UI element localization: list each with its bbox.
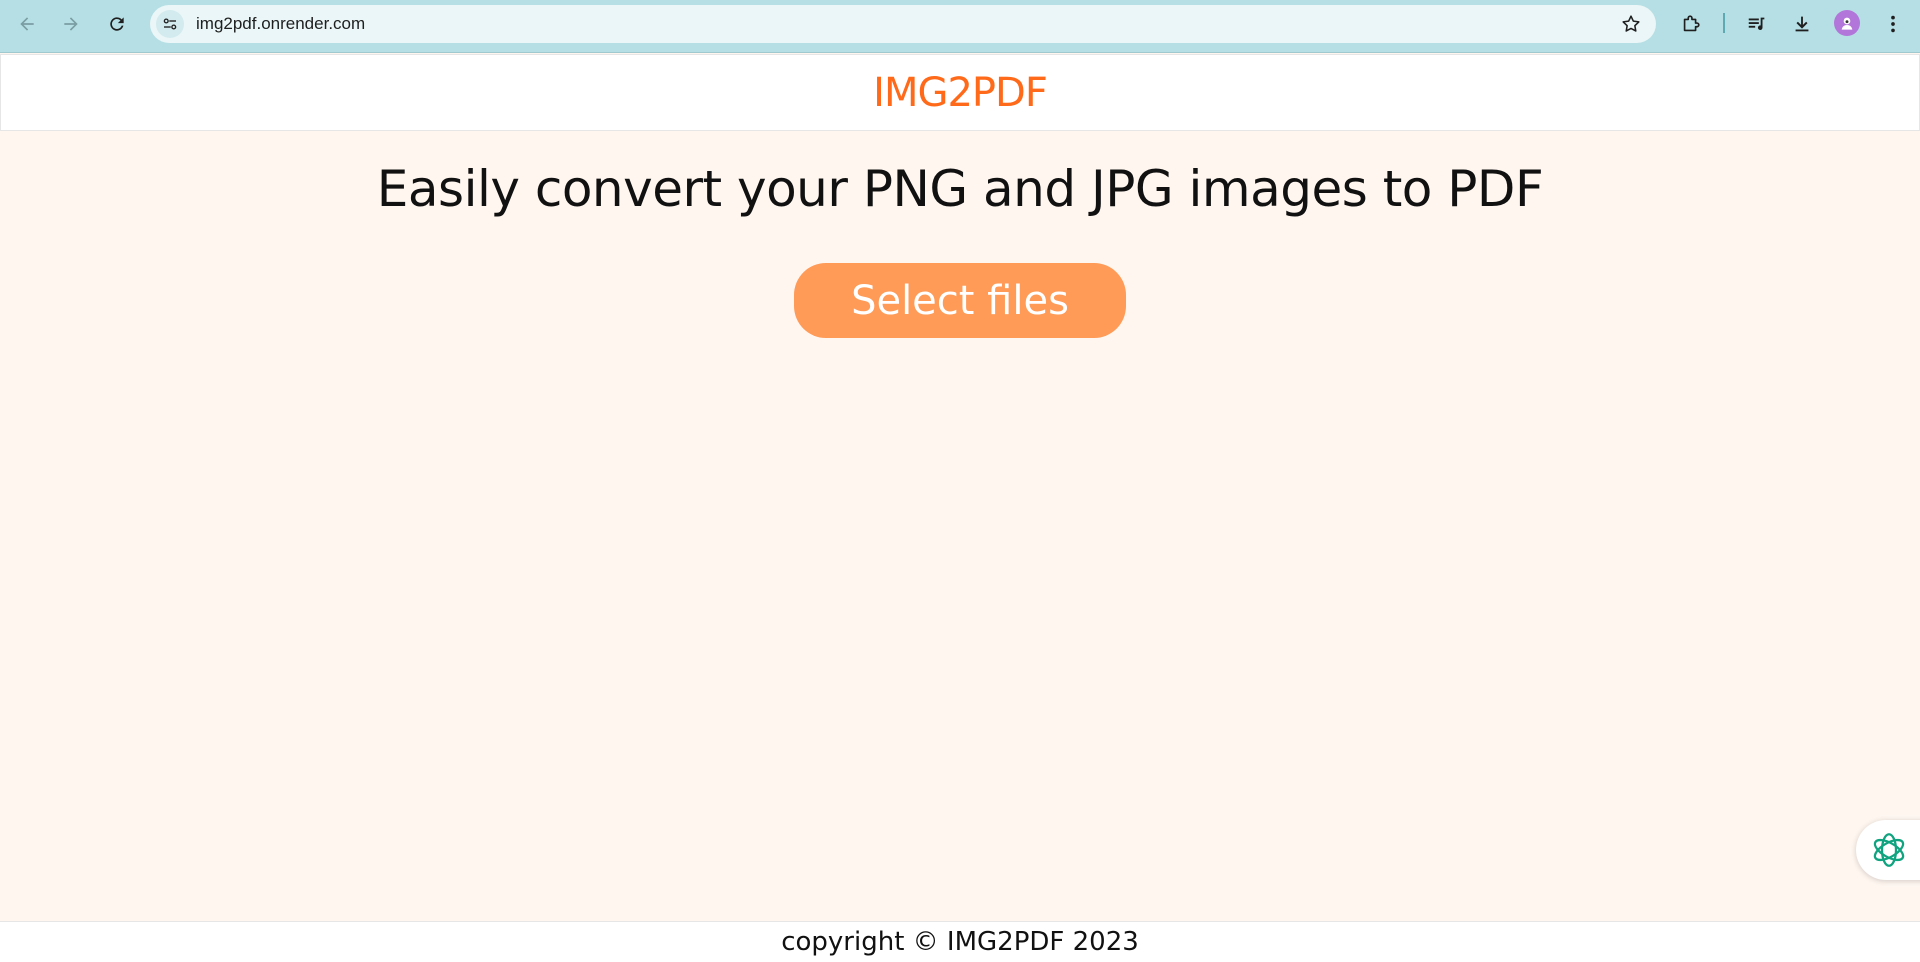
kebab-menu-icon (1891, 15, 1895, 33)
download-icon (1795, 16, 1809, 32)
site-footer: copyright © IMG2PDF 2023 (0, 921, 1920, 962)
browser-toolbar: img2pdf.onrender.com (0, 0, 1920, 53)
profile-avatar[interactable] (1834, 10, 1860, 36)
assistant-floating-button[interactable] (1856, 820, 1920, 880)
back-button[interactable] (12, 9, 42, 39)
toolbar-divider (1723, 13, 1725, 33)
select-files-button[interactable]: Select files (794, 263, 1126, 338)
address-bar[interactable]: img2pdf.onrender.com (150, 5, 1656, 43)
reload-button[interactable] (102, 9, 132, 39)
brand-logo[interactable]: IMG2PDF (873, 70, 1048, 116)
star-icon[interactable] (1620, 13, 1642, 35)
avatar-icon (1841, 17, 1853, 30)
playlist-icon (1748, 17, 1765, 31)
openai-logo-icon (1873, 833, 1905, 867)
copyright-text: copyright © IMG2PDF 2023 (781, 927, 1139, 957)
tune-icon (163, 18, 177, 30)
media-controls-button[interactable] (1742, 9, 1772, 39)
site-header: IMG2PDF (0, 54, 1920, 131)
arrow-left-icon (20, 17, 34, 31)
arrow-right-icon (64, 17, 78, 31)
page-headline: Easily convert your PNG and JPG images t… (376, 160, 1544, 218)
puzzle-icon (1683, 15, 1700, 32)
browser-menu-button[interactable] (1878, 9, 1908, 39)
site-info-button[interactable] (156, 10, 184, 38)
reload-icon (110, 17, 124, 31)
downloads-button[interactable] (1787, 9, 1817, 39)
extensions-button[interactable] (1676, 9, 1706, 39)
url-text[interactable]: img2pdf.onrender.com (196, 5, 365, 43)
forward-button[interactable] (56, 9, 86, 39)
